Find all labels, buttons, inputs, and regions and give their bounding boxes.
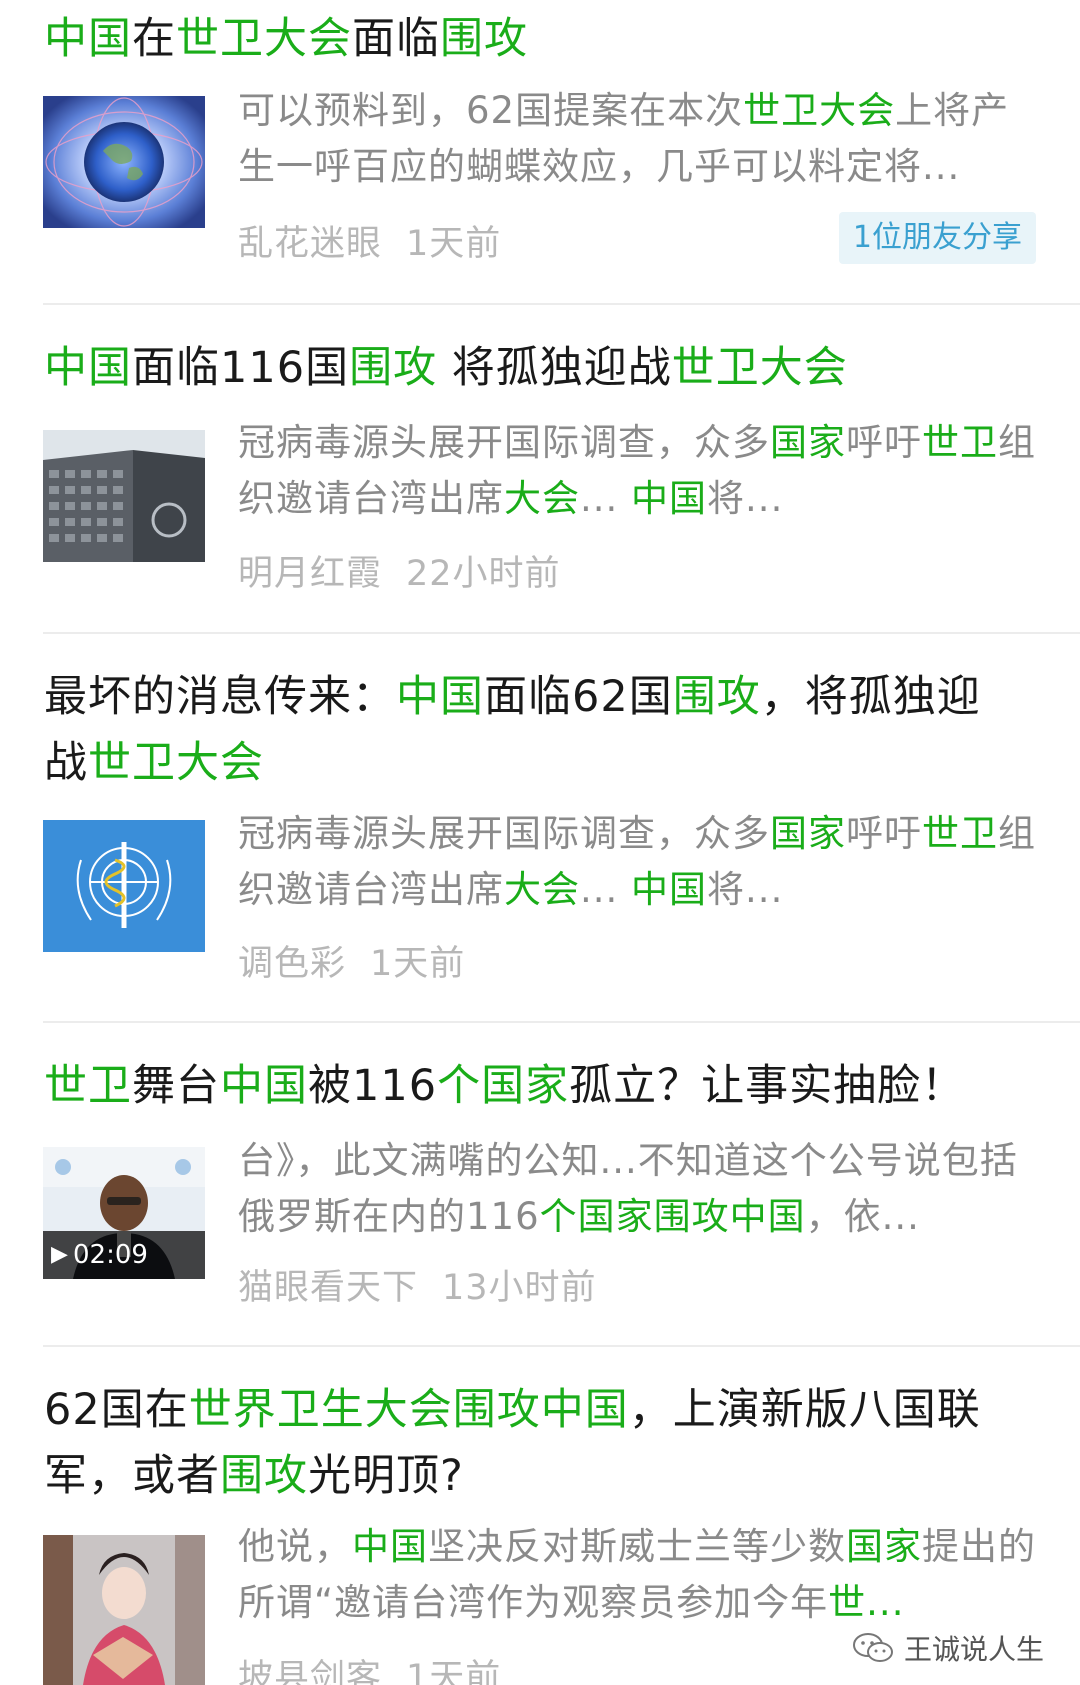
text-segment: 冠病毒源头展开国际调查，众多: [238, 421, 770, 464]
text-segment: 面临: [352, 14, 440, 64]
publish-time: 1天前: [406, 224, 502, 264]
text-segment: 62国在: [44, 1385, 189, 1435]
publish-time: 1天前: [406, 1658, 502, 1685]
text-segment: 在: [132, 14, 176, 64]
highlighted-keyword: 个国家围攻中国: [539, 1195, 806, 1238]
search-results-list: 中国在世卫大会面临围攻 可以预料到，62国提案在本次世卫大会上将产生一呼百应的蝴…: [0, 0, 1080, 1685]
text-segment: 最坏的消息传来：: [44, 672, 396, 722]
highlighted-keyword: 世卫大会: [671, 343, 848, 393]
text-segment: 坚决反对斯威士兰等少数: [428, 1525, 846, 1568]
text-segment: ...: [580, 868, 632, 911]
highlighted-keyword: 世界卫生大会围攻中国: [188, 1385, 629, 1435]
highlighted-keyword: 围攻: [672, 672, 761, 722]
highlighted-keyword: 中国: [352, 1525, 428, 1568]
earth-globe-image: [43, 96, 205, 228]
result-item[interactable]: 世卫舞台中国被116个国家孤立？让事实抽脸！ 02:09 台》，此文满嘴的公知.…: [0, 1023, 1080, 1343]
highlighted-keyword: 围攻: [440, 14, 528, 64]
author-name[interactable]: 猫眼看天下: [238, 1268, 418, 1308]
result-title[interactable]: 中国在世卫大会面临围攻: [44, 6, 1024, 72]
wechat-icon: [852, 1632, 894, 1664]
highlighted-keyword: 国家: [770, 421, 846, 464]
text-segment: 可以预料到，62国提案在本次: [238, 89, 744, 132]
highlighted-keyword: 中国: [44, 343, 132, 393]
publish-time: 1天前: [370, 944, 466, 984]
author-name[interactable]: 明月红霞: [238, 554, 382, 594]
result-meta: 调色彩 1天前: [238, 935, 465, 986]
result-snippet: 可以预料到，62国提案在本次世卫大会上将产生一呼百应的蝴蝶效应，几乎可以料定将.…: [238, 83, 1038, 195]
highlighted-keyword: 大会: [504, 868, 580, 911]
highlighted-keyword: 世卫: [922, 421, 998, 464]
highlighted-keyword: 国家: [846, 1525, 922, 1568]
result-title[interactable]: 世卫舞台中国被116个国家孤立？让事实抽脸！: [44, 1053, 1024, 1119]
highlighted-keyword: 中国: [220, 1061, 308, 1111]
text-segment: 面临62国: [484, 672, 673, 722]
highlighted-keyword: 大会: [504, 477, 580, 520]
result-meta: 猫眼看天下 13小时前: [238, 1259, 597, 1310]
friend-share-badge: 1位朋友分享: [838, 212, 1036, 264]
text-segment: 舞台: [132, 1061, 220, 1111]
text-segment: 面临116国: [132, 343, 350, 393]
who-logo-image: [43, 820, 205, 952]
watermark: 王诚说人生: [852, 1618, 1044, 1678]
author-name[interactable]: 调色彩: [238, 944, 346, 984]
highlighted-keyword: 国家: [770, 812, 846, 855]
result-snippet: 台》，此文满嘴的公知...不知道这个公号说包括俄罗斯在内的116个国家围攻中国，…: [238, 1133, 1038, 1245]
result-title[interactable]: 62国在世界卫生大会围攻中国，上演新版八国联军，或者围攻光明顶?: [44, 1377, 1024, 1509]
highlighted-keyword: 世卫大会: [176, 14, 352, 64]
highlighted-keyword: 围攻: [220, 1451, 308, 1501]
text-segment: 呼吁: [846, 812, 922, 855]
video-speaker-image[interactable]: 02:09: [43, 1147, 205, 1279]
text-segment: 将...: [707, 868, 784, 911]
highlighted-keyword: 世卫大会: [88, 738, 264, 788]
result-item[interactable]: 中国面临116国围攻 将孤独迎战世卫大会 冠病毒源头展开国际调查，众多国家呼吁世…: [0, 305, 1080, 605]
result-item[interactable]: 中国在世卫大会面临围攻 可以预料到，62国提案在本次世卫大会上将产生一呼百应的蝴…: [0, 0, 1080, 285]
highlighted-keyword: 中国: [631, 868, 708, 911]
result-snippet: 冠病毒源头展开国际调查，众多国家呼吁世卫组织邀请台湾出席大会... 中国将...: [238, 806, 1038, 918]
author-name[interactable]: 坡县剑客: [238, 1658, 382, 1685]
who-building-image: [43, 430, 205, 562]
result-snippet: 冠病毒源头展开国际调查，众多国家呼吁世卫组织邀请台湾出席大会... 中国将...: [238, 415, 1038, 527]
highlighted-keyword: 个国家: [437, 1061, 570, 1111]
highlighted-keyword: 中国: [44, 14, 132, 64]
text-segment: 孤立？让事实抽脸！: [569, 1061, 966, 1111]
text-segment: 冠病毒源头展开国际调查，众多: [238, 812, 770, 855]
text-segment: ，依...: [805, 1195, 920, 1238]
highlighted-keyword: 世卫大会: [743, 89, 896, 132]
text-segment: 他说，: [238, 1525, 352, 1568]
text-segment: ...: [580, 477, 632, 520]
text-segment: 被116: [308, 1061, 438, 1111]
result-meta: 明月红霞 22小时前: [238, 545, 561, 596]
result-snippet: 他说，中国坚决反对斯威士兰等少数国家提出的所谓“邀请台湾作为观察员参加今年世..…: [238, 1519, 1038, 1631]
highlighted-keyword: 世卫: [44, 1061, 132, 1111]
highlighted-keyword: 世卫: [922, 812, 998, 855]
author-name[interactable]: 乱花迷眼: [238, 224, 382, 264]
highlighted-keyword: 围攻: [349, 343, 438, 393]
result-meta: 乱花迷眼 1天前: [238, 215, 501, 266]
text-segment: 光明顶?: [308, 1451, 464, 1501]
result-item[interactable]: 最坏的消息传来：中国面临62国围攻，将孤独迎战世卫大会 冠病毒源头展开国际调查，…: [0, 634, 1080, 1019]
publish-time: 22小时前: [406, 554, 561, 594]
video-duration: 02:09: [43, 1231, 205, 1279]
result-title[interactable]: 中国面临116国围攻 将孤独迎战世卫大会: [44, 335, 1024, 401]
costume-portrait-image: [43, 1535, 205, 1685]
text-segment: 呼吁: [846, 421, 922, 464]
text-segment: 将孤独迎战: [437, 343, 672, 393]
highlighted-keyword: 中国: [631, 477, 708, 520]
result-title[interactable]: 最坏的消息传来：中国面临62国围攻，将孤独迎战世卫大会: [44, 664, 1024, 796]
publish-time: 13小时前: [442, 1268, 597, 1308]
result-meta: 坡县剑客 1天前: [238, 1649, 501, 1685]
watermark-text: 王诚说人生: [903, 1633, 1044, 1666]
text-segment: 将...: [707, 477, 784, 520]
highlighted-keyword: 中国: [396, 672, 484, 722]
